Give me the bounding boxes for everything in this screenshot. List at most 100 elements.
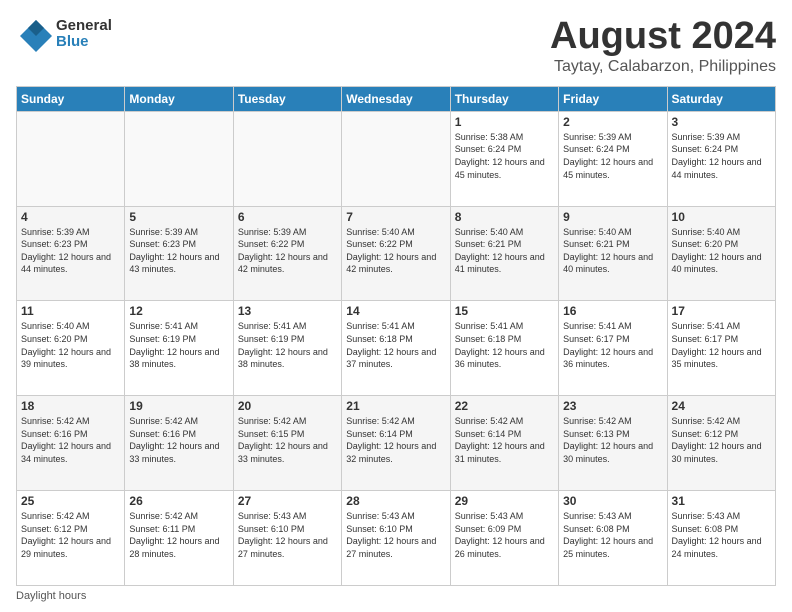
logo-blue: Blue <box>56 34 112 51</box>
day-info: Sunrise: 5:40 AMSunset: 6:22 PMDaylight:… <box>346 227 436 275</box>
table-row: 18 Sunrise: 5:42 AMSunset: 6:16 PMDayligh… <box>17 396 125 491</box>
day-number: 30 <box>563 494 662 508</box>
day-number: 2 <box>563 115 662 129</box>
calendar-table: Sunday Monday Tuesday Wednesday Thursday… <box>16 86 776 586</box>
day-info: Sunrise: 5:40 AMSunset: 6:20 PMDaylight:… <box>21 321 111 369</box>
table-row <box>17 111 125 206</box>
table-row: 5 Sunrise: 5:39 AMSunset: 6:23 PMDaylight… <box>125 206 233 301</box>
table-row: 30Sunrise: 5:43 AMSunset: 6:08 PMDayligh… <box>559 491 667 586</box>
table-row: 28 Sunrise: 5:43 AMSunset: 6:10 PMDayligh… <box>342 491 450 586</box>
day-info: Sunrise: 5:42 AMSunset: 6:12 PMDaylight:… <box>672 416 762 464</box>
day-number: 16 <box>563 304 662 318</box>
calendar-header-row: Sunday Monday Tuesday Wednesday Thursday… <box>17 86 776 111</box>
col-sunday: Sunday <box>17 86 125 111</box>
title-block: August 2024 Taytay, Calabarzon, Philippi… <box>550 16 776 76</box>
day-number: 12 <box>129 304 228 318</box>
table-row: 13 Sunrise: 5:41 AMSunset: 6:19 PMDayligh… <box>233 301 341 396</box>
table-row: 23Sunrise: 5:42 AMSunset: 6:13 PMDayligh… <box>559 396 667 491</box>
day-number: 6 <box>238 210 337 224</box>
day-number: 28 <box>346 494 445 508</box>
day-info: Sunrise: 5:41 AMSunset: 6:19 PMDaylight:… <box>129 321 219 369</box>
col-thursday: Thursday <box>450 86 558 111</box>
day-info: Sunrise: 5:41 AMSunset: 6:18 PMDaylight:… <box>455 321 545 369</box>
col-wednesday: Wednesday <box>342 86 450 111</box>
day-number: 11 <box>21 304 120 318</box>
table-row: 9Sunrise: 5:40 AMSunset: 6:21 PMDaylight… <box>559 206 667 301</box>
day-number: 26 <box>129 494 228 508</box>
col-saturday: Saturday <box>667 86 775 111</box>
col-friday: Friday <box>559 86 667 111</box>
day-info: Sunrise: 5:39 AMSunset: 6:24 PMDaylight:… <box>672 132 762 180</box>
day-number: 29 <box>455 494 554 508</box>
day-number: 20 <box>238 399 337 413</box>
day-number: 10 <box>672 210 771 224</box>
day-number: 21 <box>346 399 445 413</box>
calendar-week-row: 18 Sunrise: 5:42 AMSunset: 6:16 PMDayligh… <box>17 396 776 491</box>
table-row: 8 Sunrise: 5:40 AMSunset: 6:21 PMDaylight… <box>450 206 558 301</box>
day-number: 7 <box>346 210 445 224</box>
day-info: Sunrise: 5:43 AMSunset: 6:10 PMDaylight:… <box>346 511 436 559</box>
day-number: 13 <box>238 304 337 318</box>
header: General Blue August 2024 Taytay, Calabar… <box>16 16 776 76</box>
table-row <box>342 111 450 206</box>
day-info: Sunrise: 5:42 AMSunset: 6:13 PMDaylight:… <box>563 416 653 464</box>
table-row: 15 Sunrise: 5:41 AMSunset: 6:18 PMDayligh… <box>450 301 558 396</box>
day-info: Sunrise: 5:38 AMSunset: 6:24 PMDaylight:… <box>455 132 545 180</box>
col-tuesday: Tuesday <box>233 86 341 111</box>
table-row: 21 Sunrise: 5:42 AMSunset: 6:14 PMDayligh… <box>342 396 450 491</box>
table-row <box>233 111 341 206</box>
table-row: 29 Sunrise: 5:43 AMSunset: 6:09 PMDayligh… <box>450 491 558 586</box>
day-number: 15 <box>455 304 554 318</box>
table-row: 16Sunrise: 5:41 AMSunset: 6:17 PMDayligh… <box>559 301 667 396</box>
day-number: 17 <box>672 304 771 318</box>
calendar-week-row: 1 Sunrise: 5:38 AMSunset: 6:24 PMDaylight… <box>17 111 776 206</box>
day-info: Sunrise: 5:40 AMSunset: 6:21 PMDaylight:… <box>455 227 545 275</box>
day-number: 14 <box>346 304 445 318</box>
day-info: Sunrise: 5:39 AMSunset: 6:23 PMDaylight:… <box>129 227 219 275</box>
calendar-week-row: 25Sunrise: 5:42 AMSunset: 6:12 PMDayligh… <box>17 491 776 586</box>
day-info: Sunrise: 5:40 AMSunset: 6:21 PMDaylight:… <box>563 227 653 275</box>
day-number: 18 <box>21 399 120 413</box>
day-info: Sunrise: 5:41 AMSunset: 6:17 PMDaylight:… <box>672 321 762 369</box>
day-info: Sunrise: 5:43 AMSunset: 6:10 PMDaylight:… <box>238 511 328 559</box>
table-row: 1 Sunrise: 5:38 AMSunset: 6:24 PMDaylight… <box>450 111 558 206</box>
table-row: 22Sunrise: 5:42 AMSunset: 6:14 PMDayligh… <box>450 396 558 491</box>
day-info: Sunrise: 5:41 AMSunset: 6:19 PMDaylight:… <box>238 321 328 369</box>
day-number: 25 <box>21 494 120 508</box>
table-row: 7 Sunrise: 5:40 AMSunset: 6:22 PMDaylight… <box>342 206 450 301</box>
day-info: Sunrise: 5:43 AMSunset: 6:09 PMDaylight:… <box>455 511 545 559</box>
table-row: 17 Sunrise: 5:41 AMSunset: 6:17 PMDayligh… <box>667 301 775 396</box>
logo-general: General <box>56 18 112 35</box>
col-monday: Monday <box>125 86 233 111</box>
table-row: 6 Sunrise: 5:39 AMSunset: 6:22 PMDaylight… <box>233 206 341 301</box>
table-row: 19 Sunrise: 5:42 AMSunset: 6:16 PMDayligh… <box>125 396 233 491</box>
calendar-week-row: 11 Sunrise: 5:40 AMSunset: 6:20 PMDayligh… <box>17 301 776 396</box>
calendar-week-row: 4 Sunrise: 5:39 AMSunset: 6:23 PMDaylight… <box>17 206 776 301</box>
day-info: Sunrise: 5:42 AMSunset: 6:11 PMDaylight:… <box>129 511 219 559</box>
day-number: 5 <box>129 210 228 224</box>
day-number: 4 <box>21 210 120 224</box>
day-number: 8 <box>455 210 554 224</box>
table-row: 27 Sunrise: 5:43 AMSunset: 6:10 PMDayligh… <box>233 491 341 586</box>
day-number: 27 <box>238 494 337 508</box>
page: General Blue August 2024 Taytay, Calabar… <box>0 0 792 612</box>
table-row: 26 Sunrise: 5:42 AMSunset: 6:11 PMDayligh… <box>125 491 233 586</box>
day-info: Sunrise: 5:42 AMSunset: 6:14 PMDaylight:… <box>346 416 436 464</box>
logo-icon <box>16 16 52 52</box>
calendar-subtitle: Taytay, Calabarzon, Philippines <box>550 58 776 76</box>
table-row: 11 Sunrise: 5:40 AMSunset: 6:20 PMDayligh… <box>17 301 125 396</box>
table-row: 2 Sunrise: 5:39 AMSunset: 6:24 PMDaylight… <box>559 111 667 206</box>
day-info: Sunrise: 5:39 AMSunset: 6:24 PMDaylight:… <box>563 132 653 180</box>
table-row: 3Sunrise: 5:39 AMSunset: 6:24 PMDaylight… <box>667 111 775 206</box>
table-row: 24 Sunrise: 5:42 AMSunset: 6:12 PMDayligh… <box>667 396 775 491</box>
day-info: Sunrise: 5:42 AMSunset: 6:16 PMDaylight:… <box>21 416 111 464</box>
day-info: Sunrise: 5:41 AMSunset: 6:18 PMDaylight:… <box>346 321 436 369</box>
table-row: 14 Sunrise: 5:41 AMSunset: 6:18 PMDayligh… <box>342 301 450 396</box>
day-info: Sunrise: 5:39 AMSunset: 6:22 PMDaylight:… <box>238 227 328 275</box>
day-info: Sunrise: 5:42 AMSunset: 6:16 PMDaylight:… <box>129 416 219 464</box>
day-number: 24 <box>672 399 771 413</box>
day-number: 1 <box>455 115 554 129</box>
table-row: 25Sunrise: 5:42 AMSunset: 6:12 PMDayligh… <box>17 491 125 586</box>
calendar-title: August 2024 <box>550 16 776 58</box>
day-number: 19 <box>129 399 228 413</box>
